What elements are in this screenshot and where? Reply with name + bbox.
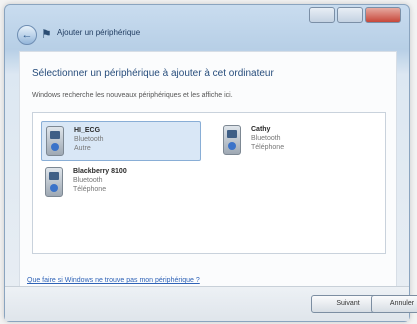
device-type: Bluetooth <box>73 177 103 184</box>
cancel-button[interactable]: Annuler <box>371 295 417 313</box>
window-controls <box>309 7 401 23</box>
device-category: Téléphone <box>73 186 107 193</box>
device-item[interactable]: Blackberry 8100 Bluetooth Téléphone <box>41 163 201 203</box>
help-link[interactable]: Que faire si Windows ne trouve pas mon p… <box>27 277 200 284</box>
page-title: Sélectionner un périphérique à ajouter à… <box>32 68 274 79</box>
back-arrow-icon[interactable]: ← <box>17 25 37 45</box>
mobile-device-icon <box>45 167 63 197</box>
device-list[interactable]: HI_ECG Bluetooth Autre Cathy Bluetooth T… <box>32 112 386 254</box>
mobile-device-icon <box>46 126 64 156</box>
device-type: Bluetooth <box>251 135 281 142</box>
window-title: Ajouter un périphérique <box>57 28 141 37</box>
device-info: Cathy Bluetooth Téléphone <box>251 125 284 152</box>
minimize-button[interactable] <box>309 7 335 23</box>
content-panel: Sélectionner un périphérique à ajouter à… <box>19 51 397 291</box>
button-bar: Suivant Annuler <box>5 286 417 321</box>
device-item[interactable]: HI_ECG Bluetooth Autre <box>41 121 201 161</box>
instructions-text: Windows recherche les nouveaux périphéri… <box>32 92 233 99</box>
device-info: Blackberry 8100 Bluetooth Téléphone <box>73 167 127 194</box>
device-name: Blackberry 8100 <box>73 168 127 175</box>
title-bar: ← ⚑ Ajouter un périphérique <box>5 5 409 49</box>
device-item[interactable]: Cathy Bluetooth Téléphone <box>219 121 379 161</box>
device-name: Cathy <box>251 126 271 133</box>
device-info: HI_ECG Bluetooth Autre <box>74 126 104 153</box>
mobile-device-icon <box>223 125 241 155</box>
device-category: Autre <box>74 145 91 152</box>
add-device-window: ← ⚑ Ajouter un périphérique Sélectionner… <box>4 4 417 322</box>
add-device-icon: ⚑ <box>41 27 52 41</box>
close-button[interactable] <box>365 7 401 23</box>
device-type: Bluetooth <box>74 136 104 143</box>
maximize-button[interactable] <box>337 7 363 23</box>
device-category: Téléphone <box>251 144 285 151</box>
device-name: HI_ECG <box>74 127 101 134</box>
